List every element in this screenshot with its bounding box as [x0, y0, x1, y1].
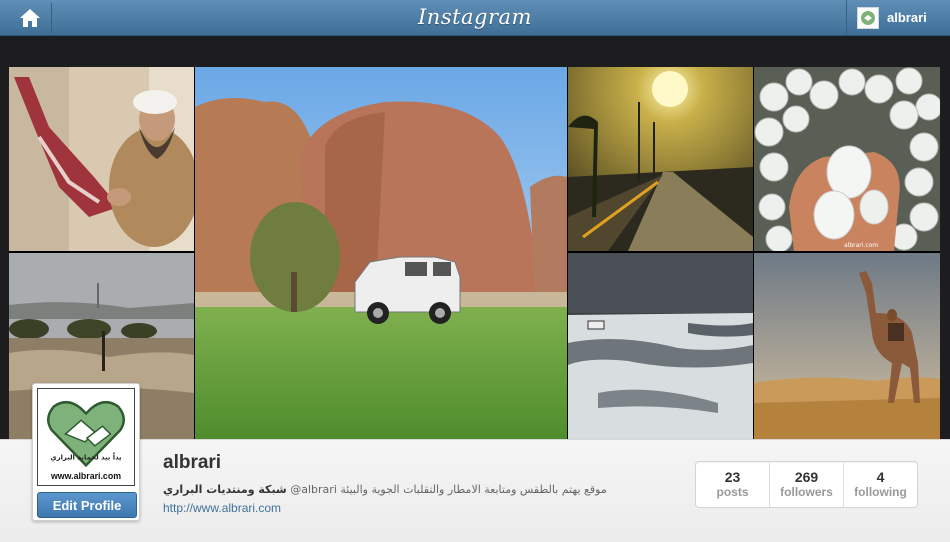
top-navigation-bar: Instagram albrari [0, 0, 950, 36]
photo-grid: albrari.com [9, 67, 940, 439]
stat-posts[interactable]: 23 posts [696, 462, 770, 507]
stat-followers-label: followers [780, 485, 833, 499]
stat-following-label: following [854, 485, 907, 499]
profile-avatar: يداً بيد لحماية البراري www.albrari.com [37, 388, 135, 486]
photo-tile-rock-formation-suv[interactable] [195, 67, 567, 439]
avatar-caption: www.albrari.com [50, 471, 121, 481]
stat-followers[interactable]: 269 followers [770, 462, 844, 507]
avatar-arabic-text: يداً بيد لحماية البراري [50, 452, 122, 462]
header-username: albrari [887, 10, 927, 25]
home-button[interactable] [8, 3, 52, 33]
profile-username: albrari [163, 452, 222, 473]
photo-watermark: albrari.com [844, 242, 878, 249]
stat-following[interactable]: 4 following [844, 462, 917, 507]
photo-tile-man-with-meat[interactable] [9, 67, 194, 251]
profile-bio: شبكة ومنتديات البراري @albrari موقع يهتم… [163, 483, 607, 496]
photo-tile-hailstones-hand[interactable]: albrari.com [754, 67, 940, 251]
photo-tile-hail-ground[interactable] [568, 253, 753, 439]
stat-following-count: 4 [876, 469, 885, 485]
stat-posts-count: 23 [724, 469, 741, 485]
user-avatar-icon [857, 6, 879, 29]
user-menu[interactable]: albrari [846, 0, 950, 35]
profile-avatar-card: يداً بيد لحماية البراري www.albrari.com … [32, 383, 140, 521]
bio-title: شبكة ومنتديات البراري [163, 483, 287, 496]
bio-text: @albrari موقع يهتم بالطقس ومتابعة الامطا… [290, 483, 607, 496]
home-icon [19, 9, 40, 27]
photo-tile-camel-rider[interactable] [754, 253, 940, 439]
photo-tile-road-sunset[interactable] [568, 67, 753, 251]
profile-stats: 23 posts 269 followers 4 following [695, 461, 918, 508]
profile-website-link[interactable]: http://www.albrari.com [163, 501, 281, 515]
instagram-logo: Instagram [418, 5, 532, 29]
stat-posts-label: posts [716, 485, 749, 499]
stat-followers-count: 269 [794, 469, 819, 485]
edit-profile-button[interactable]: Edit Profile [37, 492, 137, 518]
